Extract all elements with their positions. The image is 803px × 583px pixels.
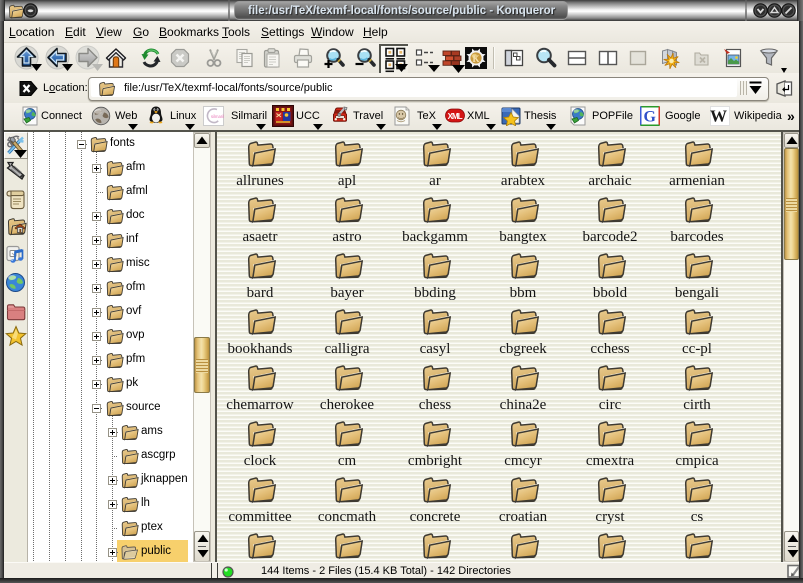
svg-text:W: W bbox=[710, 107, 727, 126]
svg-text:K: K bbox=[473, 54, 480, 64]
svg-text:XML: XML bbox=[448, 112, 463, 121]
svg-text:G: G bbox=[644, 109, 657, 126]
svg-text:silmaril: silmaril bbox=[211, 114, 224, 119]
